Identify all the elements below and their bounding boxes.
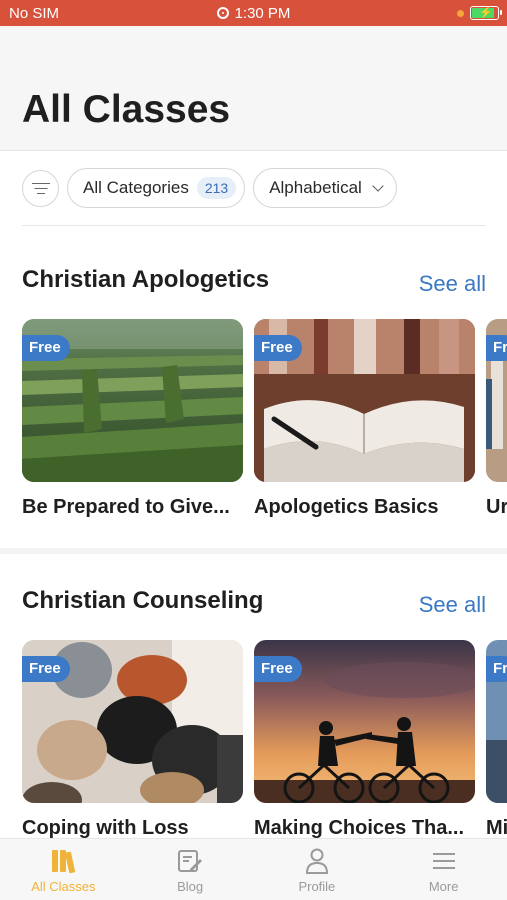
filter-button[interactable]	[22, 169, 59, 207]
page-title: All Classes	[22, 88, 231, 131]
tab-label: More	[428, 879, 459, 894]
person-icon	[305, 848, 328, 874]
blog-edit-icon	[178, 850, 203, 872]
section-title-counseling: Christian Counseling	[22, 587, 264, 614]
alarm-icon	[216, 7, 229, 19]
books-icon	[52, 850, 76, 874]
free-badge: Free	[22, 335, 70, 361]
class-card-title[interactable]: Mi	[486, 817, 507, 840]
sort-dropdown[interactable]: Alphabetical	[253, 168, 397, 208]
class-card-image[interactable]: Free	[254, 640, 475, 803]
status-bar: No SIM 1:30 PM ⚡	[0, 0, 507, 26]
class-card-title[interactable]: Apologetics Basics	[254, 496, 475, 519]
menu-list-icon	[432, 853, 455, 869]
free-badge: Free	[254, 335, 302, 361]
see-all-apologetics-link[interactable]: See all	[419, 271, 486, 297]
section-separator	[0, 548, 507, 554]
free-badge: Fr	[486, 335, 507, 361]
tab-label: All Classes	[31, 879, 96, 894]
status-indicators: ⚡	[457, 6, 502, 20]
class-card-image-partial[interactable]: Fr	[486, 319, 507, 482]
tab-more[interactable]: More	[380, 839, 507, 900]
tab-label: Blog	[177, 879, 204, 894]
class-card-image[interactable]: Free	[254, 319, 475, 482]
class-card-title[interactable]: Be Prepared to Give...	[22, 496, 243, 519]
tab-profile[interactable]: Profile	[254, 839, 381, 900]
header: All Classes	[0, 26, 507, 151]
battery-icon: ⚡	[470, 6, 502, 20]
tab-all-classes[interactable]: All Classes	[0, 839, 127, 900]
free-badge: Free	[22, 656, 70, 682]
free-badge: Free	[254, 656, 302, 682]
see-all-counseling-link[interactable]: See all	[419, 592, 486, 618]
class-card-title[interactable]: Ur	[486, 496, 507, 519]
divider	[22, 225, 486, 226]
class-card-title[interactable]: Coping with Loss	[22, 817, 243, 840]
section-title-apologetics: Christian Apologetics	[22, 266, 270, 293]
class-card-image[interactable]: Free	[22, 319, 243, 482]
free-badge: Fr	[486, 656, 507, 682]
filter-icon	[31, 182, 50, 184]
tab-blog[interactable]: Blog	[127, 839, 254, 900]
class-card-title[interactable]: Making Choices Tha...	[254, 817, 475, 840]
orange-dot-icon	[457, 9, 464, 17]
category-count-badge: 213	[196, 177, 237, 199]
class-card-image[interactable]: Free	[22, 640, 243, 803]
status-time: 1:30 PM	[234, 5, 291, 22]
filter-row: All Categories 213 Alphabetical	[22, 168, 397, 208]
chevron-down-icon	[372, 179, 384, 192]
category-label: All Categories	[83, 178, 189, 197]
clock: 1:30 PM	[0, 5, 507, 22]
sort-label: Alphabetical	[269, 178, 362, 197]
bottom-tab-bar: All Classes Blog Profile More	[0, 838, 507, 900]
tab-label: Profile	[298, 879, 336, 894]
class-card-image-partial[interactable]: Fr	[486, 640, 507, 803]
category-chip[interactable]: All Categories 213	[67, 168, 246, 208]
